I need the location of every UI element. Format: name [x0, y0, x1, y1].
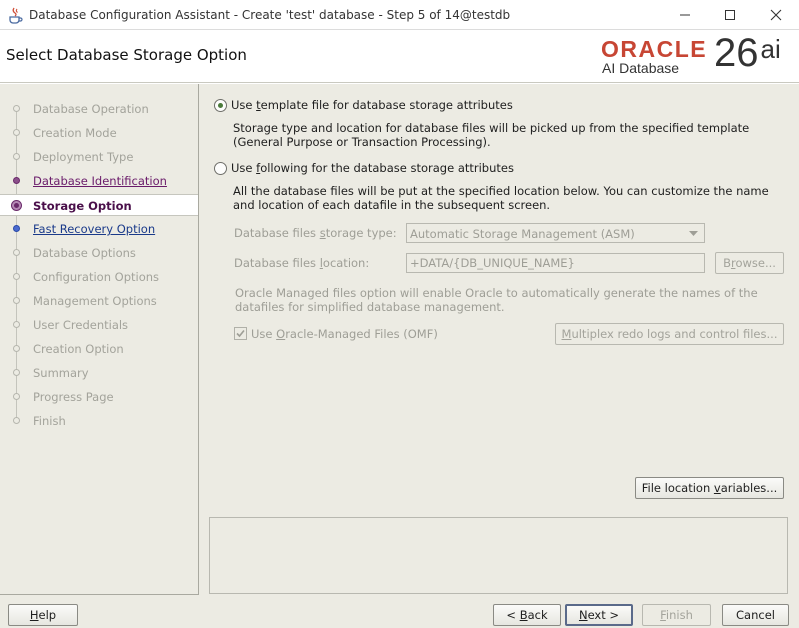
next-button[interactable]: Next >: [565, 604, 633, 626]
step-marker-icon: [13, 345, 20, 352]
java-app-icon: [7, 6, 23, 24]
step-fast-recovery-option[interactable]: Fast Recovery Option: [0, 218, 198, 240]
close-icon: [770, 9, 782, 21]
files-location-input[interactable]: [407, 254, 704, 272]
oracle-logo-subtitle: AI Database: [602, 60, 680, 76]
step-marker-icon: [13, 153, 20, 160]
template-storage-description: Storage type and location for database f…: [233, 121, 750, 135]
step-database-options: Database Options: [0, 242, 198, 264]
step-marker-icon: [13, 417, 20, 424]
step-label: Database Identification: [33, 174, 167, 188]
step-marker-icon: [13, 177, 20, 184]
step-progress-page: Progress Page: [0, 386, 198, 408]
step-database-operation: Database Operation: [0, 98, 198, 120]
browse-button[interactable]: Browse...: [715, 252, 784, 274]
following-storage-description-2: and location of each datafile in the sub…: [233, 198, 551, 212]
step-user-credentials: User Credentials: [0, 314, 198, 336]
step-label: Progress Page: [33, 390, 114, 404]
storage-type-label: Database files storage type:: [234, 226, 397, 240]
step-marker-icon: [13, 249, 20, 256]
step-label: Database Operation: [33, 102, 149, 116]
step-label: Finish: [33, 414, 66, 428]
files-location-label: Database files location:: [234, 256, 370, 270]
help-button[interactable]: Help: [8, 604, 78, 626]
step-database-identification[interactable]: Database Identification: [0, 170, 198, 192]
maximize-icon: [725, 10, 735, 20]
back-button[interactable]: < Back: [493, 604, 561, 626]
step-storage-option: Storage Option: [0, 194, 198, 216]
step-label: Summary: [33, 366, 89, 380]
step-creation-mode: Creation Mode: [0, 122, 198, 144]
step-label: Management Options: [33, 294, 157, 308]
oracle-version-badge: 26ai: [714, 33, 781, 73]
step-summary: Summary: [0, 362, 198, 384]
storage-type-select[interactable]: Automatic Storage Management (ASM): [406, 223, 705, 243]
step-label: User Credentials: [33, 318, 129, 332]
step-label: Creation Mode: [33, 126, 117, 140]
following-storage-label[interactable]: Use following for the database storage a…: [231, 161, 514, 175]
omf-checkbox[interactable]: [234, 327, 247, 340]
file-location-variables-button[interactable]: File location variables...: [635, 477, 784, 499]
step-label: Configuration Options: [33, 270, 160, 284]
finish-button[interactable]: Finish: [642, 604, 711, 626]
step-label: Deployment Type: [33, 150, 134, 164]
step-marker-icon: [11, 200, 22, 211]
omf-note: Oracle Managed files option will enable …: [235, 286, 758, 300]
title-bar: Database Configuration Assistant - Creat…: [0, 0, 799, 30]
page-header: Select Database Storage Option ORACLE AI…: [0, 30, 799, 83]
files-location-input-wrap: [406, 253, 705, 273]
step-marker-icon: [13, 321, 20, 328]
page-title: Select Database Storage Option: [6, 46, 247, 64]
step-marker-icon: [13, 225, 20, 232]
close-button[interactable]: [753, 0, 799, 30]
minimize-button[interactable]: [662, 0, 708, 30]
step-management-options: Management Options: [0, 290, 198, 312]
step-label: Storage Option: [33, 199, 132, 213]
checkmark-icon: [236, 329, 245, 338]
minimize-icon: [680, 14, 690, 16]
window-title: Database Configuration Assistant - Creat…: [29, 8, 511, 22]
message-panel: [209, 517, 788, 594]
maximize-button[interactable]: [707, 0, 753, 30]
step-label: Fast Recovery Option: [33, 222, 156, 236]
step-configuration-options: Configuration Options: [0, 266, 198, 288]
oracle-logo-word: ORACLE: [601, 36, 708, 62]
omf-checkbox-label[interactable]: Use Oracle-Managed Files (OMF): [251, 327, 438, 341]
template-storage-description-2: (General Purpose or Transaction Processi…: [233, 135, 491, 149]
template-storage-radio[interactable]: [214, 99, 227, 112]
step-finish: Finish: [0, 410, 198, 432]
following-storage-radio[interactable]: [214, 162, 227, 175]
storage-type-value: Automatic Storage Management (ASM): [410, 227, 635, 241]
step-marker-icon: [13, 393, 20, 400]
cancel-button[interactable]: Cancel: [722, 604, 789, 626]
version-number: 26: [714, 31, 759, 75]
dropdown-arrow-icon: [689, 231, 698, 236]
step-marker-icon: [13, 129, 20, 136]
step-marker-icon: [13, 369, 20, 376]
multiplex-redo-button[interactable]: Multiplex redo logs and control files...: [555, 323, 784, 345]
version-suffix: ai: [760, 34, 781, 64]
step-label: Creation Option: [33, 342, 124, 356]
step-deployment-type: Deployment Type: [0, 146, 198, 168]
step-marker-icon: [13, 273, 20, 280]
step-creation-option: Creation Option: [0, 338, 198, 360]
step-marker-icon: [13, 297, 20, 304]
template-storage-label[interactable]: Use template file for database storage a…: [231, 98, 513, 112]
omf-note-2: datafiles for simplified database manage…: [235, 300, 505, 314]
step-marker-icon: [13, 105, 20, 112]
step-label: Database Options: [33, 246, 136, 260]
following-storage-description: All the database files will be put at th…: [233, 184, 769, 198]
